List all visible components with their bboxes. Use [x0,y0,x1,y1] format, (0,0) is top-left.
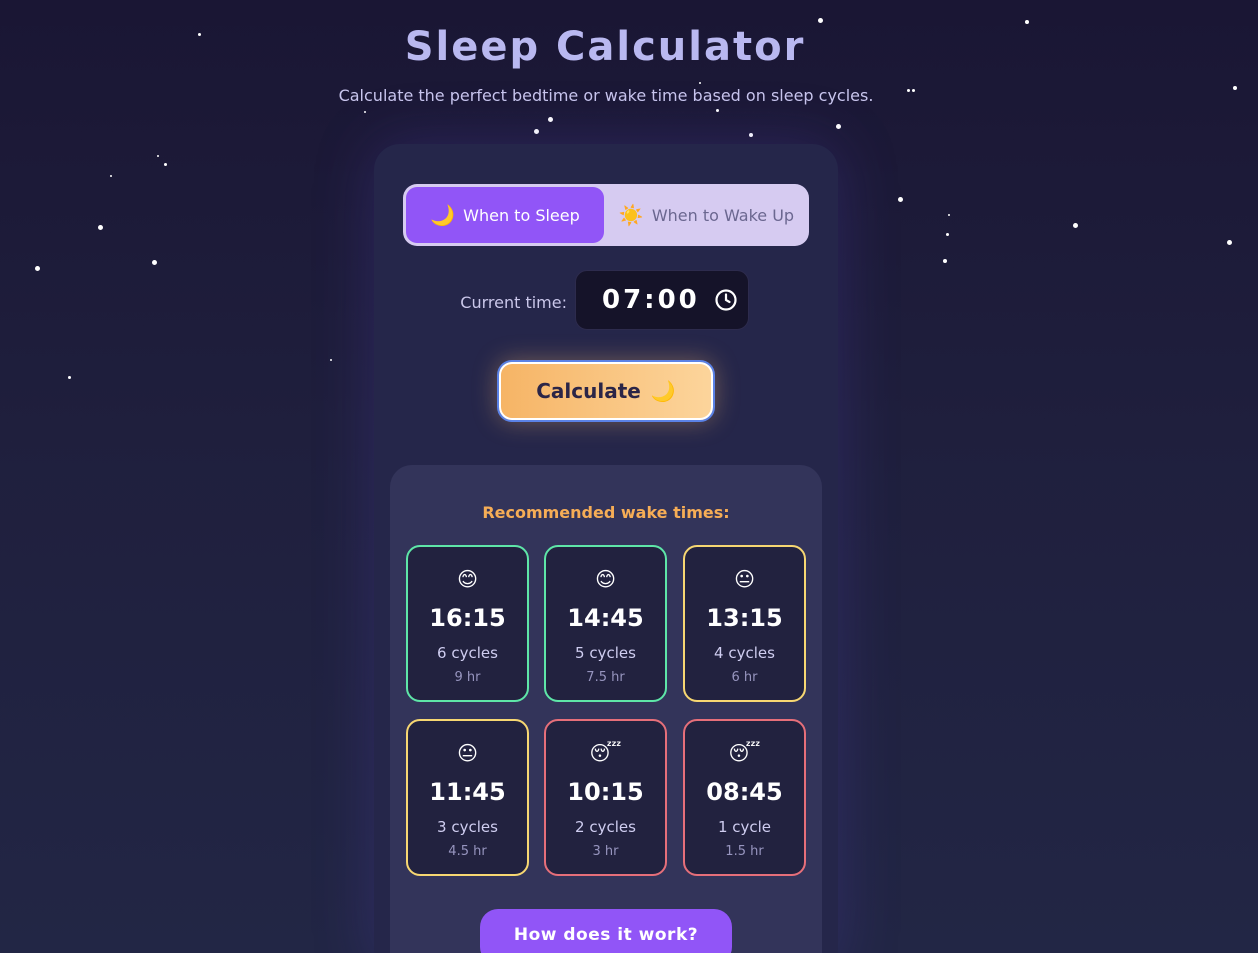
wake-time-card[interactable]: 😊 16:15 6 cycles 9 hr [406,545,529,702]
star [898,197,903,202]
cycle-count: 6 cycles [437,644,498,662]
star [946,233,949,236]
results-panel [390,465,822,953]
results-heading: Recommended wake times: [482,503,730,522]
star [716,109,719,112]
wake-time: 10:15 [567,778,644,806]
wake-time: 14:45 [567,604,644,632]
page-title: Sleep Calculator [404,24,806,70]
calculate-button[interactable]: Calculate 🌙 [497,360,715,422]
page-subtitle: Calculate the perfect bedtime or wake ti… [338,86,874,105]
sun-icon: ☀️ [618,203,644,227]
star [35,266,40,271]
sleep-duration: 1.5 hr [725,844,764,859]
when-to-sleep-button[interactable]: 🌙 When to Sleep [406,187,604,243]
time-input-value: 07:00 [602,285,700,315]
cycle-count: 3 cycles [437,818,498,836]
wake-time: 11:45 [429,778,506,806]
moon-icon: 🌙 [650,379,676,403]
cycle-count: 2 cycles [575,818,636,836]
star [152,260,157,265]
sleepy-face-icon: 😴 [589,741,622,765]
wake-time-card[interactable]: 😴 10:15 2 cycles 3 hr [544,719,667,876]
when-to-wake-up-button[interactable]: ☀️ When to Wake Up [607,187,806,243]
mode-toggle: 🌙 When to Sleep ☀️ When to Wake Up [403,184,809,246]
neutral-face-icon: 😐 [734,567,755,591]
star [110,175,112,177]
cycle-count: 5 cycles [575,644,636,662]
when-to-sleep-label: When to Sleep [463,205,580,225]
star [534,129,539,134]
sleepy-face-icon: 😴 [728,741,761,765]
star [1227,240,1232,245]
sleep-duration: 3 hr [592,844,619,859]
star [364,111,366,113]
moon-icon: 🌙 [430,203,456,227]
star [943,259,947,263]
star [157,155,159,157]
sleep-duration: 6 hr [731,670,758,685]
clock-icon[interactable] [714,288,738,312]
star [699,82,701,84]
star [1233,86,1237,90]
when-to-wake-up-label: When to Wake Up [651,205,795,225]
wake-time-card[interactable]: 😴 08:45 1 cycle 1.5 hr [683,719,806,876]
sleep-duration: 7.5 hr [586,670,625,685]
star [68,376,71,379]
cycle-count: 4 cycles [714,644,775,662]
wake-time-card[interactable]: 😊 14:45 5 cycles 7.5 hr [544,545,667,702]
how-does-it-work-button[interactable]: How does it work? [480,909,732,953]
star [548,117,553,122]
wake-time-card[interactable]: 😐 11:45 3 cycles 4.5 hr [406,719,529,876]
smile-face-icon: 😊 [457,567,478,591]
wake-time: 16:15 [429,604,506,632]
neutral-face-icon: 😐 [457,741,478,765]
star [1073,223,1078,228]
star [330,359,332,361]
star [749,133,753,137]
star [836,124,841,129]
star [948,214,950,216]
wake-time: 08:45 [706,778,783,806]
time-input[interactable]: 07:00 [575,270,749,330]
sleep-duration: 4.5 hr [448,844,487,859]
calculate-label: Calculate [536,379,641,403]
cycle-count: 1 cycle [717,818,772,836]
current-time-label: Current time: [460,293,567,312]
wake-time: 13:15 [706,604,783,632]
star [98,225,103,230]
wake-time-card[interactable]: 😐 13:15 4 cycles 6 hr [683,545,806,702]
sleep-duration: 9 hr [454,670,481,685]
smile-face-icon: 😊 [595,567,616,591]
star [164,163,167,166]
star [818,18,823,23]
